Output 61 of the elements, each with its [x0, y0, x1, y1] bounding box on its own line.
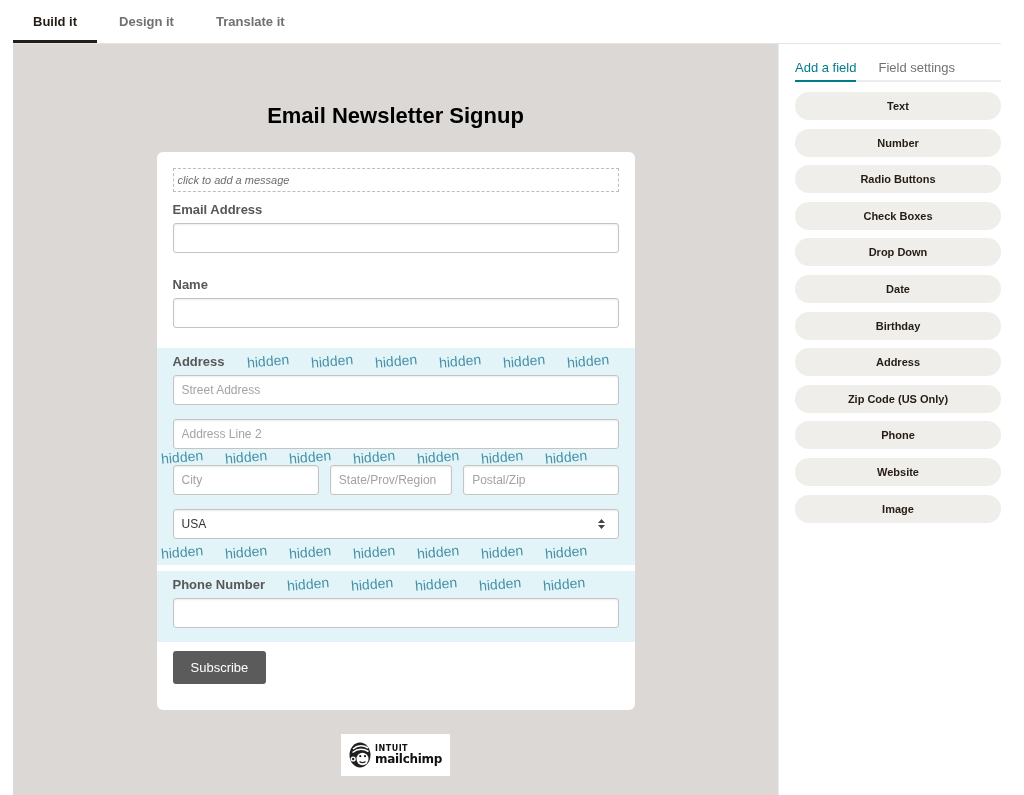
add-field-button[interactable]: Website: [795, 457, 1001, 486]
add-field-button[interactable]: Phone: [795, 421, 1001, 450]
field-label: Phone Number: [172, 575, 265, 593]
panel-tab[interactable]: Add a field: [795, 56, 857, 82]
hidden-watermark: hidden: [480, 449, 524, 465]
hidden-watermark: hidden: [352, 544, 396, 560]
add-field-button[interactable]: Drop Down: [795, 238, 1001, 267]
add-field-button[interactable]: Date: [795, 274, 1001, 303]
country-select[interactable]: USA: [172, 509, 619, 539]
hidden-watermark: hidden: [160, 544, 203, 560]
input-field[interactable]: Postal/Zip: [463, 465, 619, 495]
tab[interactable]: Translate it: [195, 0, 305, 43]
add-field-button[interactable]: Image: [795, 494, 1001, 523]
input-field[interactable]: State/Prov/Region: [329, 465, 453, 495]
hidden-watermark: hidden: [438, 353, 482, 369]
add-field-button[interactable]: Zip Code (US Only): [795, 384, 1001, 413]
hidden-watermark: hidden: [224, 449, 268, 465]
add-field-button[interactable]: Number: [795, 128, 1001, 157]
input-field[interactable]: City: [172, 465, 319, 495]
hidden-watermark: hidden: [478, 576, 522, 592]
add-field-button[interactable]: Text: [795, 92, 1001, 120]
monkey-head-icon: [349, 742, 371, 768]
hidden-watermark: hidden: [480, 544, 524, 560]
input-field[interactable]: [172, 598, 619, 628]
message-prompt[interactable]: click to add a message: [172, 168, 619, 192]
hidden-watermark: hidden: [288, 544, 332, 560]
input-field[interactable]: Street Address: [172, 375, 619, 405]
hidden-watermark: hidden: [288, 449, 332, 465]
hidden-watermark: hidden: [502, 353, 546, 369]
field-label: Name: [172, 275, 208, 293]
hidden-watermark: hidden: [352, 449, 396, 465]
updown-caret-icon: [597, 519, 605, 529]
hidden-watermark: hidden: [246, 353, 289, 369]
add-field-button[interactable]: Radio Buttons: [795, 165, 1001, 194]
hidden-watermark: hidden: [544, 449, 588, 465]
hidden-watermark: hidden: [416, 544, 460, 560]
hidden-watermark: hidden: [350, 576, 394, 592]
hidden-watermark: hidden: [286, 576, 330, 592]
hidden-watermark: hidden: [310, 353, 354, 369]
hidden-watermark: hidden: [566, 353, 610, 369]
field-label: Email Address: [172, 200, 263, 218]
panel-tab[interactable]: Field settings: [878, 56, 956, 82]
hidden-watermark: hidden: [224, 544, 268, 560]
add-field-button[interactable]: Address: [795, 348, 1001, 377]
hidden-watermark: hidden: [416, 449, 460, 465]
subscribe-button[interactable]: Subscribe: [172, 651, 267, 684]
brand-small-text: INTUIT: [375, 744, 410, 753]
input-field[interactable]: Address Line 2: [172, 419, 619, 449]
hidden-watermark: hidden: [160, 449, 203, 465]
input-field[interactable]: [172, 223, 619, 253]
hidden-watermark: hidden: [542, 576, 586, 592]
input-field[interactable]: [172, 298, 619, 328]
field-label: Address: [172, 352, 225, 370]
hidden-watermark: hidden: [544, 544, 588, 560]
tab[interactable]: Design it: [99, 0, 194, 43]
form-title: Email Newsletter Signup: [267, 103, 524, 129]
add-field-button[interactable]: Birthday: [795, 311, 1001, 340]
hidden-watermark: hidden: [374, 353, 418, 369]
hidden-watermark: hidden: [414, 576, 458, 592]
brand-wordmark: mailchimp: [375, 753, 442, 766]
add-field-button[interactable]: Check Boxes: [795, 201, 1001, 230]
